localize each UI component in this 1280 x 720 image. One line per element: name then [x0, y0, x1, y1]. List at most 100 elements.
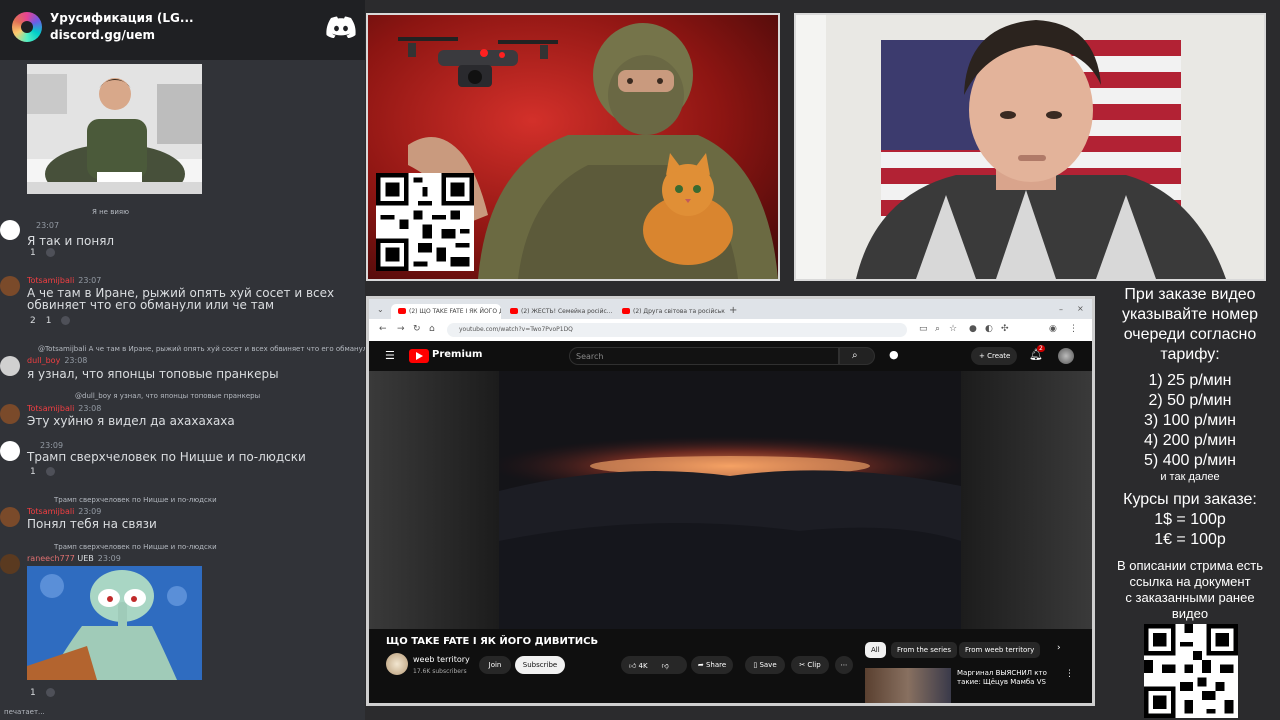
discord-chat-overlay: Урусификация (LG... discord.gg/uem Я не … [0, 0, 365, 720]
user-avatar[interactable] [0, 441, 20, 461]
user-avatar[interactable] [0, 554, 20, 574]
youtube-header: ☰ Premium Search ⌕ ● + Create 🔔︎ 2 [369, 341, 1092, 371]
hamburger-menu-icon[interactable]: ☰ [385, 349, 395, 362]
author-name[interactable]: Totsamijbali 23:07 [27, 276, 101, 285]
tab-youtube-ww2[interactable]: (2) Друга світова та російськ... [615, 304, 725, 319]
channel-avatar[interactable] [386, 653, 408, 675]
create-button[interactable]: + Create [971, 347, 1017, 365]
tab-search-icon[interactable]: ⌄ [377, 305, 384, 314]
reactions[interactable]: 1 [30, 688, 55, 698]
user-avatar[interactable] [0, 404, 20, 424]
like-button[interactable]: 👍︎ 4K 👎︎ [621, 656, 687, 674]
donation-artwork-panel [366, 13, 780, 281]
youtube-logo-icon[interactable] [409, 349, 429, 363]
reaction-count[interactable]: 1 [46, 316, 52, 326]
reactions[interactable]: 1 [30, 248, 55, 258]
forward-icon[interactable]: → [397, 324, 405, 334]
reaction-count[interactable]: 1 [30, 467, 36, 477]
save-label: Save [759, 661, 777, 669]
recommended-thumbnail[interactable] [865, 668, 951, 703]
puzzle-icon[interactable]: ✣ [1001, 324, 1009, 334]
clip-button[interactable]: ✂ Clip [791, 656, 829, 674]
info-intro-line: тарифу: [1160, 346, 1220, 363]
youtube-brand[interactable]: Premium [432, 349, 482, 360]
channel-name[interactable]: weeb territory [413, 655, 470, 664]
minimize-icon[interactable]: – [1059, 305, 1063, 314]
message-text: я узнал, что японцы топовые пранкеры [27, 367, 279, 381]
home-icon[interactable]: ⌂ [429, 324, 435, 334]
message-text: Понял тебя на связи [27, 517, 157, 531]
chip-from-series[interactable]: From the series [891, 642, 958, 658]
create-label: Create [987, 352, 1011, 360]
new-tab-icon[interactable]: + [729, 305, 737, 316]
like-count: 4K [638, 662, 648, 670]
author-name[interactable]: Totsamijbali 23:09 [27, 507, 101, 516]
search-input[interactable]: Search [569, 347, 839, 365]
tab-strip: (2) ЩО TAKE FATE І ЯК ЙОГО Д... (2) ЖЕСТ… [369, 299, 1092, 319]
browser-window: (2) ЩО TAKE FATE І ЯК ЙОГО Д... (2) ЖЕСТ… [366, 296, 1095, 706]
youtube-page: ☰ Premium Search ⌕ ● + Create 🔔︎ 2 ЩО TA… [369, 341, 1092, 703]
reactions[interactable]: 1 [30, 467, 55, 477]
tab-youtube-take-fate[interactable]: (2) ЩО TAKE FATE І ЯК ЙОГО Д... [391, 304, 501, 319]
add-reaction-icon[interactable] [45, 248, 55, 257]
account-avatar[interactable] [1058, 348, 1074, 364]
qr-code-orders[interactable] [1144, 624, 1238, 718]
extension-icon[interactable]: ● [969, 324, 977, 334]
cast-icon[interactable]: ▭ [919, 324, 928, 334]
save-button[interactable]: ▯ Save [745, 656, 785, 674]
clip-label: Clip [807, 661, 821, 669]
rates-title: Курсы при заказе: [1123, 491, 1257, 508]
reaction-count[interactable]: 1 [30, 248, 36, 258]
extension-icon[interactable]: ◐ [985, 324, 993, 334]
tariff-item: 1) 25 р/мин [1148, 372, 1232, 389]
speaker-illustration [27, 64, 202, 194]
url-field[interactable]: youtube.com/watch?v=Two7PvoP1DQ [447, 323, 907, 337]
bookmark-star-icon[interactable]: ☆ [949, 324, 957, 334]
mic-icon[interactable]: ● [889, 348, 899, 361]
server-invite-link[interactable]: discord.gg/uem [50, 28, 155, 42]
message-text-line-2: обвиняет что его обманули или че там [27, 298, 275, 312]
profile-icon[interactable]: ◉ [1049, 324, 1057, 334]
close-window-icon[interactable]: × [1077, 304, 1084, 313]
user-avatar[interactable] [0, 356, 20, 376]
search-button[interactable]: ⌕ [839, 347, 875, 365]
server-name: Урусификация (LG... [50, 11, 194, 25]
webcam-streamer-feed [796, 15, 1264, 279]
video-title: ЩО TAKE FATE І ЯК ЙОГО ДИВИТИСЬ [386, 636, 599, 647]
user-avatar[interactable] [0, 276, 20, 296]
chip-all[interactable]: All [865, 642, 886, 658]
add-reaction-icon[interactable] [45, 467, 55, 476]
recommended-title[interactable]: Маргинал ВЫЯСНИЛ кто такие: Щёцув Мамба … [957, 669, 1057, 687]
add-reaction-icon[interactable] [61, 316, 71, 325]
reaction-count[interactable]: 1 [30, 688, 36, 698]
user-avatar[interactable] [0, 507, 20, 527]
chips-next-icon[interactable]: › [1057, 643, 1061, 653]
author-name[interactable]: dull_boy 23:08 [27, 356, 87, 365]
video-player[interactable] [369, 371, 1092, 629]
share-icon: ➦ [697, 661, 706, 669]
qr-code-donate[interactable] [376, 173, 474, 271]
attachment-image-squidward[interactable] [27, 566, 202, 680]
recommended-menu-icon[interactable]: ⋮ [1065, 669, 1074, 679]
chip-from-channel[interactable]: From weeb territory [959, 642, 1041, 658]
back-icon[interactable]: ← [379, 324, 387, 334]
zoom-icon[interactable]: ⌕ [935, 324, 940, 334]
subscribe-button[interactable]: Subscribe [515, 656, 565, 674]
server-header[interactable]: Урусификация (LG... discord.gg/uem [0, 0, 365, 60]
menu-kebab-icon[interactable]: ⋮ [1069, 324, 1078, 334]
reload-icon[interactable]: ↻ [413, 324, 421, 334]
reactions[interactable]: 21 [30, 316, 71, 326]
user-avatar[interactable] [0, 220, 20, 240]
join-button[interactable]: Join [479, 656, 511, 674]
tab-youtube-family[interactable]: (2) ЖЕСТЬ! Семейка російс... [503, 304, 613, 319]
add-reaction-icon[interactable] [45, 688, 55, 697]
reaction-count[interactable]: 2 [30, 316, 36, 326]
city-night-scene [499, 371, 961, 629]
author-name[interactable]: raneech777 UEB 23:09 [27, 554, 121, 563]
more-actions-button[interactable]: ⋯ [835, 656, 853, 674]
player-ambient-left [369, 371, 499, 629]
attachment-image-speaker[interactable] [27, 64, 202, 194]
author-name[interactable]: Totsamijbali 23:08 [27, 404, 101, 413]
video-frame[interactable] [499, 371, 961, 629]
share-button[interactable]: ➦ Share [691, 656, 733, 674]
